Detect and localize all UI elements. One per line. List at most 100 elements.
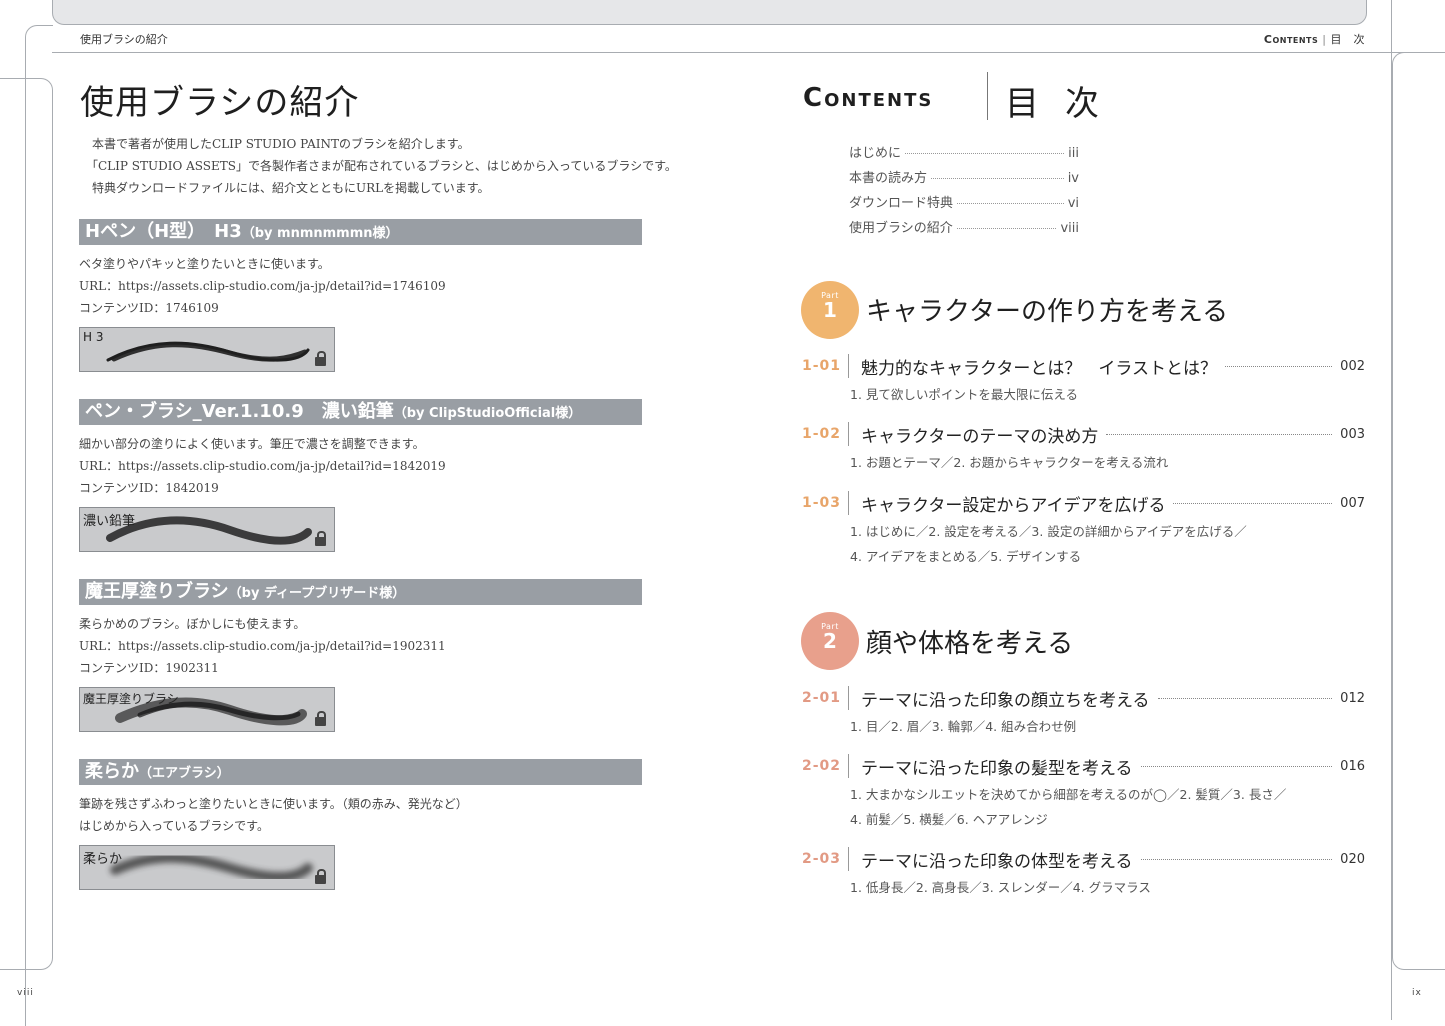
chapter-number: 1-02: [802, 426, 842, 442]
chapter-number: 1-01: [802, 358, 842, 374]
toc-chapter[interactable]: 1-02 キャラクターのテーマの決め方 003 1. お題とテーマ／2. お題か…: [802, 421, 1365, 475]
chapter-title: キャラクターのテーマの決め方: [861, 426, 1099, 447]
contents-divider: [987, 72, 988, 120]
chapter-sections: 1. 大まかなシルエットを決めてから細部を考えるのが◯／2. 髪質／3. 長さ／…: [850, 782, 1365, 832]
brush-preview: 濃い鉛筆: [79, 507, 335, 552]
running-header-sep: |: [1322, 33, 1327, 46]
brush-author: （by ClipStudioOfficial様）: [393, 406, 582, 421]
brush-entry: 魔王厚塗りブラシ（by ディープブリザード様） 柔らかめのブラシ。ぼかしにも使え…: [79, 579, 642, 732]
chapter-number: 2-02: [802, 758, 842, 774]
chapter-sections: 1. 低身長／2. 高身長／3. スレンダー／4. グラマラス: [850, 880, 1151, 895]
brush-stroke-sample: [110, 852, 313, 882]
chapter-page: 020: [1340, 851, 1365, 867]
chapter-sections-line: 1. 大まかなシルエットを決めてから細部を考えるのが◯／2. 髪質／3. 長さ／: [850, 787, 1287, 802]
toc-front-page: viii: [1060, 221, 1079, 236]
running-header-right: Contents | 目 次: [1264, 31, 1365, 47]
brush-description: 柔らかめのブラシ。ぼかしにも使えます。 URL：https://assets.c…: [79, 613, 642, 679]
chapter-number: 1-03: [802, 495, 842, 511]
toc-chapter[interactable]: 2-03 テーマに沿った印象の体型を考える 020 1. 低身長／2. 高身長／…: [802, 846, 1365, 900]
leader-dots: [957, 203, 1064, 204]
leader-dots: [905, 153, 1065, 154]
lock-icon: [315, 531, 326, 546]
toc-front-title: 使用ブラシの紹介: [849, 221, 953, 236]
leader-dots: [1157, 697, 1333, 699]
toc-front-title: 本書の読み方: [849, 171, 928, 186]
chapter-divider: [848, 847, 849, 871]
leader-dots: [1173, 502, 1333, 504]
chapter-divider: [848, 354, 849, 378]
chapter-sections: 1. 見て欲しいポイントを最大限に伝える: [850, 387, 1079, 402]
toc-chapter[interactable]: 1-03 キャラクター設定からアイデアを広げる 007 1. はじめに／2. 設…: [802, 490, 1365, 569]
toc-front-title: ダウンロード特典: [849, 196, 954, 211]
brush-description: ベタ塗りやパキッと塗りたいときに使います。 URL：https://assets…: [79, 253, 642, 319]
brush-desc-line: ベタ塗りやパキッと塗りたいときに使います。: [79, 257, 330, 271]
toc-chapter[interactable]: 2-02 テーマに沿った印象の髪型を考える 016 1. 大まかなシルエットを決…: [802, 753, 1365, 832]
brush-url: URL：https://assets.clip-studio.com/ja-jp…: [79, 459, 446, 473]
running-header-jp: 目 次: [1330, 33, 1365, 46]
brush-stroke-sample: [106, 516, 312, 545]
leader-dots: [931, 178, 1064, 179]
contents-heading-en: Contents: [803, 83, 934, 113]
brush-author: （エアブラシ）: [139, 766, 230, 781]
chapter-sections: 1. 目／2. 眉／3. 輪郭／4. 組み合わせ例: [850, 719, 1077, 734]
leader-dots: [956, 228, 1057, 229]
brush-author: （by mnmnmmmn様）: [241, 226, 399, 241]
toc-chapter[interactable]: 1-01 魅力的なキャラクターとは？ イラストとは？ 002 1. 見て欲しいポ…: [802, 353, 1365, 407]
chapter-sections: 1. はじめに／2. 設定を考える／3. 設定の詳細からアイデアを広げる／ 4.…: [850, 519, 1365, 569]
brush-stroke-sample: [106, 341, 310, 362]
intro-line: 特典ダウンロードファイルには、紹介文とともにURLを掲載しています。: [92, 181, 490, 195]
chapter-title: テーマに沿った印象の髪型を考える: [861, 758, 1133, 779]
brush-desc-line: はじめから入っているブラシです。: [79, 819, 269, 833]
part-number: 1: [823, 298, 837, 322]
brush-heading: Hペン（H型） H3（by mnmnmmmn様）: [79, 219, 642, 245]
brush-content-id: コンテンツID：1746109: [79, 301, 219, 315]
chapter-page: 002: [1340, 358, 1365, 374]
chapter-page: 016: [1340, 758, 1365, 774]
chapter-sections-line: 1. はじめに／2. 設定を考える／3. 設定の詳細からアイデアを広げる／: [850, 524, 1247, 539]
page-number-right: ix: [1412, 988, 1422, 998]
brush-entry: Hペン（H型） H3（by mnmnmmmn様） ベタ塗りやパキッと塗りたいとき…: [79, 219, 642, 372]
leader-dots: [1140, 858, 1333, 860]
part-number: 2: [823, 629, 837, 653]
page-title: 使用ブラシの紹介: [80, 83, 360, 123]
brush-entry: ペン・ブラシ_Ver.1.10.9 濃い鉛筆（by ClipStudioOffi…: [79, 399, 642, 552]
brush-url: URL：https://assets.clip-studio.com/ja-jp…: [79, 279, 446, 293]
brush-desc-line: 柔らかめのブラシ。ぼかしにも使えます。: [79, 617, 306, 631]
toc-front-page: iv: [1067, 171, 1079, 186]
part-badge: Part 1: [801, 281, 859, 339]
chapter-sections-line: 4. アイデアをまとめる／5. デザインする: [850, 549, 1082, 564]
toc-front-item[interactable]: 使用ブラシの紹介 viii: [849, 217, 1079, 236]
chapter-title: テーマに沿った印象の体型を考える: [861, 851, 1133, 872]
brush-name: ペン・ブラシ_Ver.1.10.9 濃い鉛筆: [85, 401, 394, 422]
part-title: 顔や体格を考える: [866, 629, 1074, 659]
brush-desc-line: 細かい部分の塗りによく使います。筆圧で濃さを調整できます。: [79, 437, 425, 451]
part-badge: Part 2: [801, 612, 859, 670]
chapter-divider: [848, 491, 849, 515]
brush-name: 魔王厚塗りブラシ: [85, 581, 229, 602]
brush-name: 柔らか: [85, 761, 139, 782]
right-edge-tab: [1392, 52, 1445, 970]
leader-dots: [1224, 365, 1333, 367]
chapter-sections: 1. お題とテーマ／2. お題からキャラクターを考える流れ: [850, 455, 1169, 470]
toc-front-item[interactable]: 本書の読み方 iv: [849, 167, 1079, 186]
chapter-number: 2-03: [802, 851, 842, 867]
chapter-title: 魅力的なキャラクターとは？ イラストとは？: [861, 358, 1217, 379]
brush-url: URL：https://assets.clip-studio.com/ja-jp…: [79, 639, 446, 653]
toc-front-item[interactable]: ダウンロード特典 vi: [849, 192, 1079, 211]
leader-dots: [1140, 765, 1333, 767]
toc-front-page: vi: [1067, 196, 1079, 211]
toc-front-item[interactable]: はじめに iii: [849, 142, 1079, 161]
center-line: [52, 52, 1417, 53]
brush-entry: 柔らか（エアブラシ） 筆跡を残さずふわっと塗りたいときに使います。（頬の赤み、発…: [79, 759, 642, 890]
chapter-divider: [848, 686, 849, 710]
chapter-number: 2-01: [802, 690, 842, 706]
chapter-page: 007: [1340, 495, 1365, 511]
brush-description: 筆跡を残さずふわっと塗りたいときに使います。（頬の赤み、発光など） はじめから入…: [79, 793, 642, 837]
chapter-page: 003: [1340, 426, 1365, 442]
brush-content-id: コンテンツID：1902311: [79, 661, 219, 675]
toc-front-title: はじめに: [849, 146, 902, 161]
intro-line: 本書で著者が使用したCLIP STUDIO PAINTのブラシを紹介します。: [92, 137, 470, 151]
brush-content-id: コンテンツID：1842019: [79, 481, 219, 495]
part-title: キャラクターの作り方を考える: [866, 297, 1229, 327]
toc-chapter[interactable]: 2-01 テーマに沿った印象の顔立ちを考える 012 1. 目／2. 眉／3. …: [802, 685, 1365, 739]
